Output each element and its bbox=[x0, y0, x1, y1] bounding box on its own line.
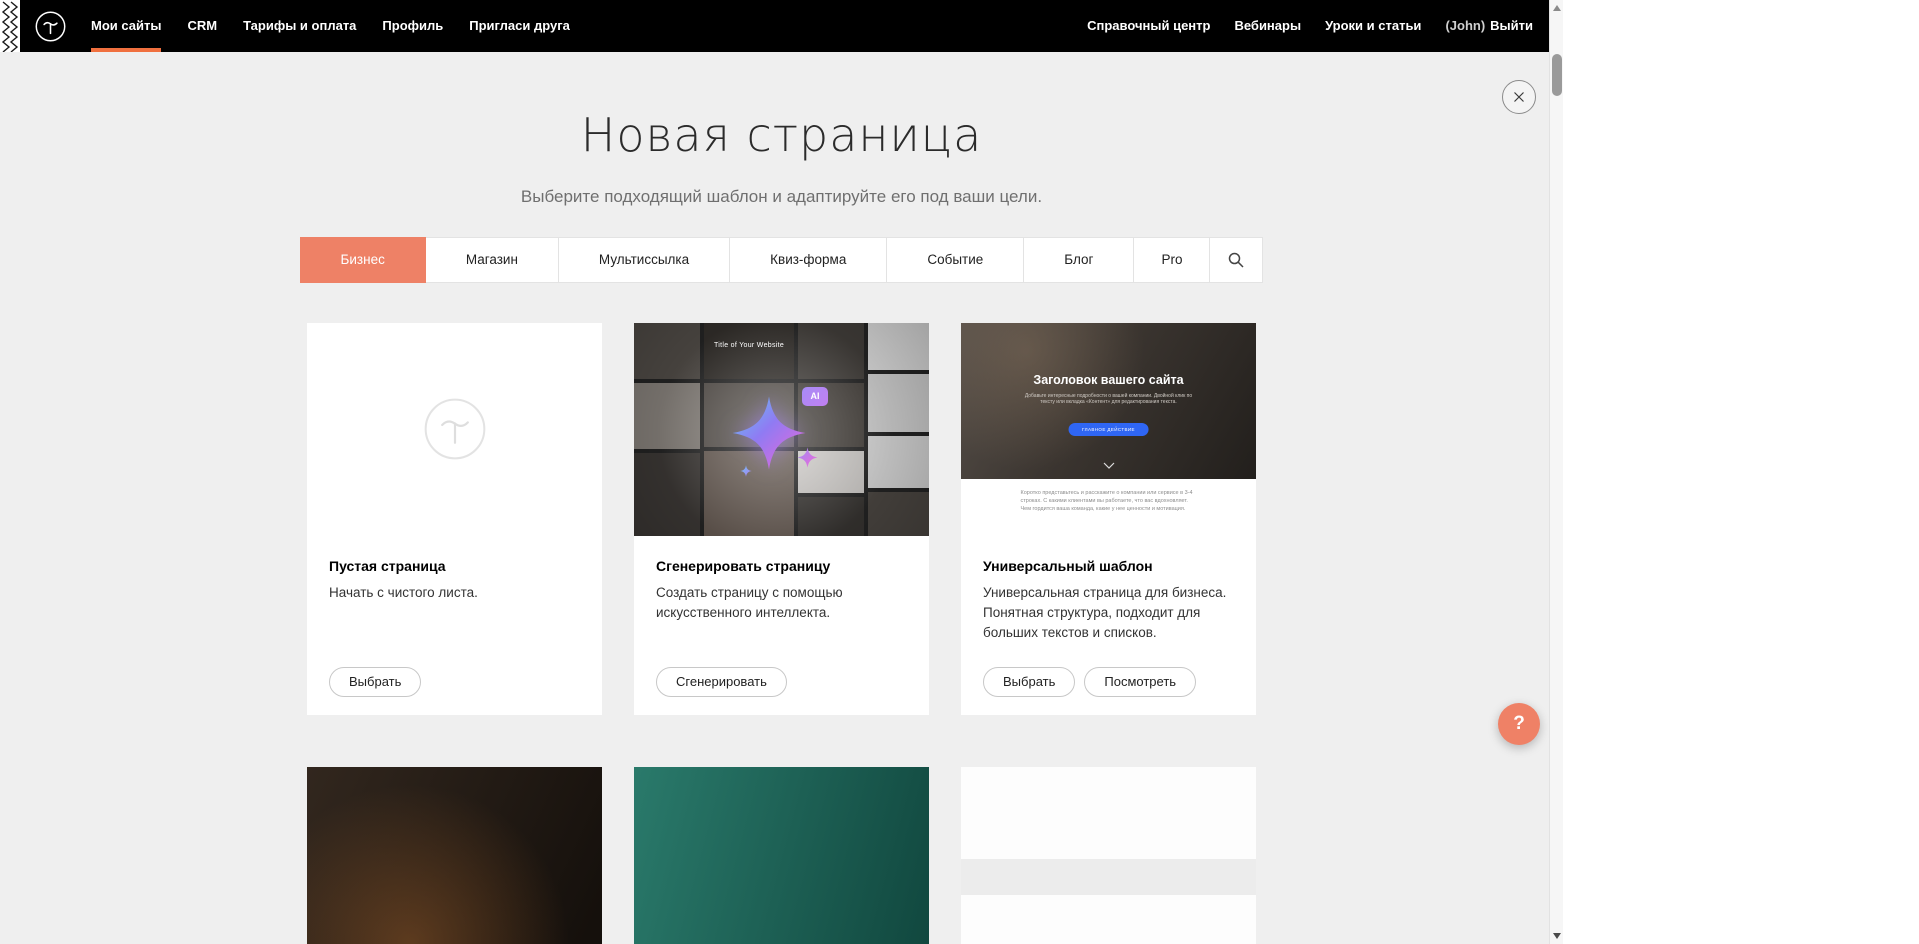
card-actions: Выбрать Посмотреть bbox=[983, 667, 1234, 697]
primary-nav: Мои сайты CRM Тарифы и оплата Профиль Пр… bbox=[91, 0, 596, 52]
tab-business[interactable]: Бизнес bbox=[300, 237, 426, 283]
search-tab[interactable] bbox=[1209, 237, 1263, 283]
universal-template-preview[interactable]: Заголовок вашего сайта Добавьте интересн… bbox=[961, 323, 1256, 536]
card-body: Универсальный шаблон Универсальная стран… bbox=[961, 536, 1256, 715]
tab-multilink[interactable]: Мультиссылка bbox=[558, 237, 730, 283]
ai-sparkle-tiny-icon bbox=[740, 465, 752, 477]
tab-blog[interactable]: Блог bbox=[1023, 237, 1134, 283]
nav-invite-friend[interactable]: Пригласи друга bbox=[469, 0, 570, 52]
zigzag-decoration bbox=[0, 0, 20, 52]
card-body: Пустая страница Начать с чистого листа. … bbox=[307, 536, 602, 715]
nav-webinars[interactable]: Вебинары bbox=[1234, 0, 1301, 52]
top-navbar: Мои сайты CRM Тарифы и оплата Профиль Пр… bbox=[0, 0, 1549, 52]
close-icon bbox=[1512, 90, 1526, 104]
user-name: (John) bbox=[1445, 18, 1485, 33]
blank-preview bbox=[307, 323, 602, 536]
cover-title: Заголовок вашего сайта bbox=[961, 373, 1256, 387]
card-description: Начать с чистого листа. bbox=[329, 583, 580, 603]
scrollbar-up-arrow-icon[interactable] bbox=[1553, 5, 1561, 11]
nav-my-sites[interactable]: Мои сайты bbox=[91, 0, 161, 52]
logout-label: Выйти bbox=[1490, 18, 1533, 33]
tab-store[interactable]: Магазин bbox=[425, 237, 559, 283]
card-body: Сгенерировать страницу Создать страницу … bbox=[634, 536, 929, 715]
template-card-blank: Пустая страница Начать с чистого листа. … bbox=[307, 323, 602, 715]
template-card-partial[interactable] bbox=[634, 767, 929, 944]
nav-crm[interactable]: CRM bbox=[187, 0, 217, 52]
tab-pro[interactable]: Pro bbox=[1133, 237, 1210, 283]
template-grid-row2 bbox=[307, 767, 1256, 944]
template-card-ai: Title of Your Website AI bbox=[634, 323, 929, 715]
choose-button[interactable]: Выбрать bbox=[329, 667, 421, 697]
tab-event[interactable]: Событие bbox=[886, 237, 1024, 283]
scrollbar-down-arrow-icon[interactable] bbox=[1553, 933, 1561, 939]
template-category-tabs: Бизнес Магазин Мультиссылка Квиз-форма С… bbox=[0, 237, 1563, 283]
zigzag-pattern-icon bbox=[0, 0, 20, 52]
template-body-text: Коротко представьтесь и расскажите о ком… bbox=[1021, 490, 1197, 514]
template-preview-light[interactable] bbox=[961, 767, 1256, 944]
nav-tutorials[interactable]: Уроки и статьи bbox=[1325, 0, 1421, 52]
secondary-nav: Справочный центр Вебинары Уроки и статьи… bbox=[1063, 0, 1549, 52]
template-grid: Пустая страница Начать с чистого листа. … bbox=[307, 323, 1256, 715]
preview-site-title: Title of Your Website bbox=[704, 342, 794, 349]
nav-help-center[interactable]: Справочный центр bbox=[1087, 0, 1210, 52]
card-description: Универсальная страница для бизнеса. Поня… bbox=[983, 583, 1234, 644]
tilda-app-page: Мои сайты CRM Тарифы и оплата Профиль Пр… bbox=[0, 0, 1563, 944]
template-preview-teal-photo[interactable] bbox=[634, 767, 929, 944]
card-actions: Сгенерировать bbox=[656, 667, 907, 697]
template-preview-dark-photo[interactable] bbox=[307, 767, 602, 944]
tilda-watermark-icon bbox=[422, 396, 488, 462]
template-cover-image: Заголовок вашего сайта Добавьте интересн… bbox=[961, 323, 1256, 479]
card-title: Универсальный шаблон bbox=[983, 558, 1234, 574]
close-button[interactable] bbox=[1502, 80, 1536, 114]
preview-button[interactable]: Посмотреть bbox=[1084, 667, 1196, 697]
nav-logout[interactable]: (John) Выйти bbox=[1445, 0, 1533, 52]
nav-profile[interactable]: Профиль bbox=[382, 0, 443, 52]
ai-sparkle-small-icon bbox=[797, 447, 818, 468]
card-title: Пустая страница bbox=[329, 558, 580, 574]
template-card-partial[interactable] bbox=[961, 767, 1256, 944]
cover-cta-button: Главное действие bbox=[1068, 423, 1149, 436]
page-subtitle: Выберите подходящий шаблон и адаптируйте… bbox=[0, 187, 1563, 207]
card-description: Создать страницу с помощью искусственног… bbox=[656, 583, 907, 624]
scrollbar-thumb[interactable] bbox=[1552, 54, 1562, 96]
ai-badge: AI bbox=[802, 387, 828, 406]
search-icon bbox=[1228, 252, 1244, 268]
cover-subtitle: Добавьте интересные подробности о вашей … bbox=[1018, 393, 1199, 407]
new-page-dialog: Новая страница Выберите подходящий шабло… bbox=[0, 0, 1563, 944]
card-actions: Выбрать bbox=[329, 667, 580, 697]
template-card-universal: Заголовок вашего сайта Добавьте интересн… bbox=[961, 323, 1256, 715]
chevron-down-icon bbox=[1103, 462, 1115, 469]
tab-quiz-form[interactable]: Квиз-форма bbox=[729, 237, 887, 283]
card-title: Сгенерировать страницу bbox=[656, 558, 907, 574]
template-body-preview: Коротко представьтесь и расскажите о ком… bbox=[961, 490, 1256, 536]
browser-viewport: Мои сайты CRM Тарифы и оплата Профиль Пр… bbox=[0, 0, 1919, 944]
ai-template-preview[interactable]: Title of Your Website AI bbox=[634, 323, 929, 536]
tilda-logo-icon[interactable] bbox=[34, 10, 67, 43]
generate-button[interactable]: Сгенерировать bbox=[656, 667, 787, 697]
ai-sparkle-icon bbox=[731, 395, 807, 471]
scrollbar[interactable] bbox=[1549, 0, 1563, 944]
template-card-partial[interactable] bbox=[307, 767, 602, 944]
help-button[interactable]: ? bbox=[1498, 703, 1540, 745]
choose-button[interactable]: Выбрать bbox=[983, 667, 1075, 697]
nav-tariffs-payment[interactable]: Тарифы и оплата bbox=[243, 0, 356, 52]
preview-section-band bbox=[961, 859, 1256, 895]
